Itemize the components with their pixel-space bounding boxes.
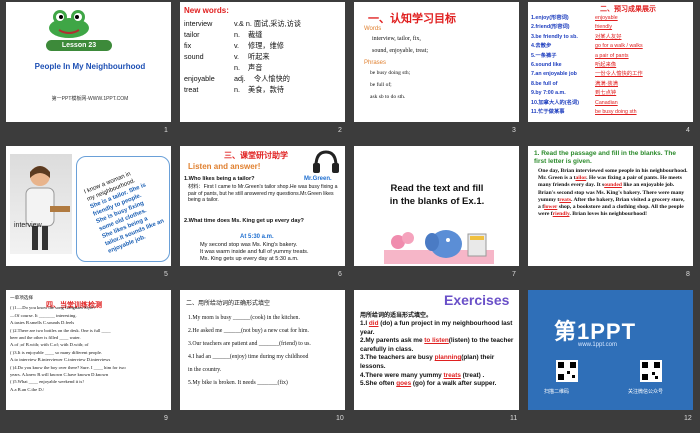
phrases-label: Phrases: [364, 60, 387, 66]
passage-text: One day, Brian interviewed some people i…: [538, 168, 688, 218]
word-row: tailor n. 裁缝: [184, 30, 263, 39]
brand-site: www.1ppt.com: [578, 342, 618, 348]
slide-number-9: 9: [164, 415, 168, 422]
preview-row: 10.加拿大人的(名词) Canadian: [531, 99, 618, 106]
slide-thumbnail-5[interactable]: interview I know a woman in my neighbour…: [6, 146, 171, 266]
slide-thumbnail-4[interactable]: 二、预习成果展示 1.enjoy(形容词) enjoyable 2.friend(…: [528, 2, 693, 122]
preview-row: 8.be full of 满满·装满: [531, 80, 618, 87]
answer-1: Mr.Green.: [304, 176, 332, 182]
slide-thumbnail-12[interactable]: 第1PPT www.1ppt.com 扫描二维码 关注微信公众号: [528, 290, 693, 410]
new-words-heading: New words:: [184, 6, 229, 15]
frog-mascot-icon: [44, 8, 94, 40]
slide-thumbnail-11[interactable]: Exercises 用所给词的适当形式填空。 1.I did (do) a fu…: [354, 290, 519, 410]
speech-bubble: I know a woman in my neighbourhood. She …: [76, 156, 170, 262]
preview-row: 2.friend(形容词) friendly: [531, 24, 613, 31]
slide-thumbnail-9[interactable]: 四、当堂训练检测 一单项选择 ( )1.—Do you know the son…: [6, 290, 171, 410]
passage-paragraph: One day, Brian interviewed some people i…: [538, 168, 688, 189]
interview-caption: interview: [14, 222, 42, 229]
question-1-detail: 材料：First I came to Mr.Green's tailor sho…: [188, 184, 338, 204]
slide-number-8: 8: [686, 271, 690, 278]
slide-thumbnail-1[interactable]: Lesson 23 People In My Neighbourhood 第一P…: [6, 2, 171, 122]
word-row: enjoyable adj. 令人愉快的: [184, 74, 290, 83]
elephant-cartoon-icon: [384, 220, 494, 264]
verb-form-heading: 二、用所给动词的正确形式填空: [186, 301, 271, 307]
slide-number-4: 4: [686, 127, 690, 134]
exercise-item: 4.There were many yummy treats (treat) .: [360, 371, 485, 379]
slide-number-12: 12: [684, 415, 692, 422]
question-1: 1.Who likes being a tailor?: [184, 176, 255, 182]
slide-thumbnail-2[interactable]: New words: interview v.& n. 面试,采访,访谈 tail…: [180, 2, 345, 122]
slide-number-10: 10: [336, 415, 344, 422]
words-label: Words: [364, 26, 382, 32]
question-2: 2.What time does Ms. King get up every d…: [184, 218, 304, 224]
word-row: fix v. 修理，维修: [184, 41, 284, 50]
slide-number-5: 5: [164, 271, 168, 278]
exercises-intro: 用所给词的适当形式填空。: [360, 313, 433, 319]
new-words-list: interview v.& n. 面试,采访,访谈 tailor n. 裁缝 fix v…: [184, 18, 344, 95]
exercise-item: 1.I did (do) a fun project in my neighbo…: [360, 320, 513, 336]
slide-title: People In My Neighbourhood: [34, 62, 146, 71]
preview-row: 6.sound like 听起来像: [531, 62, 617, 69]
words-line-1: interview, tailor, fix,: [372, 36, 421, 42]
exercise-item: 3.The teachers are busy planning(plan) t…: [360, 354, 495, 370]
preview-heading: 二、预习成果展示: [600, 5, 656, 13]
preview-row: 3.be friendly to sb. 对某人友好: [531, 33, 622, 40]
preview-row: 7.an enjoyable job 一份令人愉快的工作: [531, 71, 643, 78]
slide-number-3: 3: [512, 127, 516, 134]
slide-number-6: 6: [338, 271, 342, 278]
lesson-badge: Lesson 23: [46, 40, 112, 51]
qr-code-icon: [556, 360, 578, 382]
word-row: n. 声音: [234, 63, 263, 72]
question-2-detail: My second stop was Ms. King's bakery. It…: [200, 242, 309, 262]
slide-thumbnail-7[interactable]: Read the text and fill in the blanks of …: [354, 146, 519, 266]
woman-photo: [10, 154, 72, 254]
footer-caption: 扫描二维码: [544, 389, 570, 395]
word-row: interview v.& n. 面试,采访,访谈: [184, 19, 301, 28]
goals-heading: 一、认知学习目标: [368, 13, 456, 25]
preview-row: 5.一条裤子 a pair of pants: [531, 52, 629, 59]
verb-form-list: 1.My mom is busy ______(cook) in the kit…: [188, 315, 311, 386]
preview-row: 4.去散步 go for a walk / walks: [531, 43, 643, 50]
slide-number-2: 2: [338, 127, 342, 134]
instruction-text: Read the text and fill in the blanks of …: [389, 183, 485, 207]
exercise-item: 2.My parents ask me to listen(listen) to…: [360, 337, 514, 353]
class-discussion-heading: 三、课堂研讨助学: [224, 151, 288, 160]
slide-thumbnail-3[interactable]: 一、认知学习目标 Words interview, tailor, fix, s…: [354, 2, 519, 122]
passage-paragraph: Brian's second stop was Ms. King's baker…: [538, 189, 685, 218]
headphones-icon: [312, 150, 340, 174]
preview-row: 1.enjoy(形容词) enjoyable: [531, 15, 618, 21]
words-line-2: sound, enjoyable, treat;: [372, 48, 428, 54]
phrase-item: be full of;: [370, 82, 392, 88]
exercise-item: 5.She often goes (go) for a walk after s…: [360, 380, 497, 388]
qr-code-icon: [640, 360, 662, 382]
preview-row: 11.忙于做某事 be busy doing sth: [531, 109, 637, 116]
slide-thumbnail-8[interactable]: 1. Read the passage and fill in the blan…: [528, 146, 693, 266]
listen-answer-label: Listen and answer!: [188, 162, 261, 171]
passage-heading: 1. Read the passage and fill in the blan…: [534, 150, 676, 165]
slide-footer: 第一PPT模板网-WWW.1PPT.COM: [51, 96, 129, 102]
exercises-heading: Exercises: [444, 292, 510, 308]
phrase-item: ask sb to do sth.: [370, 94, 406, 100]
exercises-list: 1.I did (do) a fun project in my neighbo…: [360, 320, 516, 389]
slide-number-7: 7: [512, 271, 516, 278]
answer-2: At 5:30 a.m.: [240, 234, 274, 240]
slide-number-1: 1: [164, 127, 168, 134]
preview-list: 1.enjoy(形容词) enjoyable 2.friend(形容词) frien…: [531, 14, 691, 117]
practice-questions: 一单项选择 ( )1.—Do you know the song Gangnam…: [10, 295, 126, 392]
slide-thumbnail-6[interactable]: 三、课堂研讨助学 Listen and answer! 1.Who likes …: [180, 146, 345, 266]
footer-caption: 关注微信公众号: [628, 389, 664, 395]
slide-thumbnail-10[interactable]: 二、用所给动词的正确形式填空 1.My mom is busy ______(c…: [180, 290, 345, 410]
slide-number-11: 11: [510, 415, 518, 422]
phrase-item: be busy doing sth;: [370, 70, 411, 76]
word-row: sound v. 听起来: [184, 52, 270, 61]
word-row: treat n. 美食，款待: [184, 85, 284, 94]
preview-row: 9.by 7:00 a.m. 到七点钟: [531, 90, 617, 97]
